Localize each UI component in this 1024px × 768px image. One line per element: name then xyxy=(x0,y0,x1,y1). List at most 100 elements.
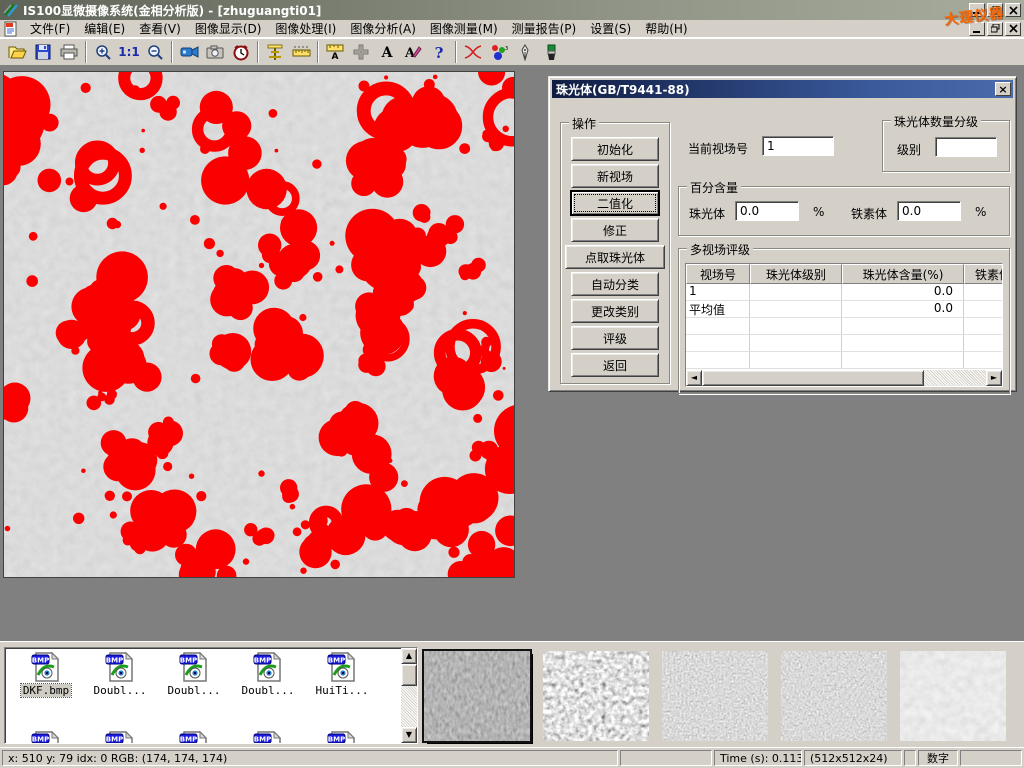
file-name: Doubl... xyxy=(166,684,223,697)
camera-capture-icon[interactable] xyxy=(202,40,228,64)
label-measure-icon[interactable]: A xyxy=(322,40,348,64)
dialog-close-button[interactable]: × xyxy=(995,82,1011,96)
file-item[interactable]: Doubl... xyxy=(231,651,305,697)
document-icon xyxy=(3,21,19,37)
text-tool-icon[interactable]: A xyxy=(374,40,400,64)
zoom-out-icon[interactable] xyxy=(142,40,168,64)
menu-item[interactable]: 图像分析(A) xyxy=(343,19,423,38)
save-icon[interactable] xyxy=(30,40,56,64)
table-cell xyxy=(750,284,842,300)
video-capture-icon[interactable] xyxy=(176,40,202,64)
file-item[interactable]: DKF.bmp xyxy=(9,651,83,697)
menu-item[interactable]: 图像显示(D) xyxy=(188,19,269,38)
current-field-input[interactable] xyxy=(762,136,834,156)
table-row[interactable]: 平均值 0.0 xyxy=(686,301,1002,318)
operation-button[interactable]: 点取珠光体 xyxy=(565,245,665,269)
file-list[interactable]: DKF.bmp Doubl... Doubl... Doubl... xyxy=(4,647,418,744)
file-item[interactable] xyxy=(83,730,157,744)
table-row[interactable]: 1 0.0 xyxy=(686,284,1002,301)
menu-item[interactable]: 图像处理(I) xyxy=(268,19,343,38)
close-button[interactable] xyxy=(1005,3,1021,17)
file-name: HuiTi... xyxy=(314,684,371,697)
table-horizontal-scrollbar[interactable]: ◄ ► xyxy=(686,370,1002,386)
scroll-right-button[interactable]: ► xyxy=(986,370,1002,386)
zoom-in-icon[interactable] xyxy=(90,40,116,64)
table-cell: 1 xyxy=(686,284,750,300)
operation-button[interactable]: 返回 xyxy=(571,353,659,377)
scroll-up-button[interactable]: ▲ xyxy=(401,648,417,664)
annotate-tool-icon[interactable]: A xyxy=(400,40,426,64)
dialog-title: 珠光体(GB/T9441-88) xyxy=(556,81,690,98)
menu-item[interactable]: 测量报告(P) xyxy=(505,19,584,38)
file-name: Doubl... xyxy=(92,684,149,697)
operation-button[interactable]: 新视场 xyxy=(571,164,659,188)
scroll-left-button[interactable]: ◄ xyxy=(686,370,702,386)
scroll-track[interactable] xyxy=(401,686,417,727)
menu-item[interactable]: 设置(S) xyxy=(583,19,638,38)
scroll-track[interactable] xyxy=(924,370,986,386)
dialog-titlebar[interactable]: 珠光体(GB/T9441-88) × xyxy=(552,80,1013,98)
multifield-group: 多视场评级 视场号珠光体级别珠光体含量(%)铁素体 1 0.0 xyxy=(678,248,1010,394)
operation-group: 操作 初始化新视场二值化修正点取珠光体自动分类更改类别评级返回 xyxy=(560,122,670,384)
thumbnail-5[interactable] xyxy=(900,651,1006,741)
menu-item[interactable]: 编辑(E) xyxy=(77,19,132,38)
ruler-measure-icon[interactable] xyxy=(288,40,314,64)
file-item[interactable]: HuiTi... xyxy=(305,651,379,697)
menu-item[interactable]: 查看(V) xyxy=(132,19,188,38)
thumbnail-3[interactable] xyxy=(662,651,768,741)
menu-item[interactable]: 图像测量(M) xyxy=(423,19,505,38)
child-close-button[interactable] xyxy=(1005,22,1021,36)
table-cell xyxy=(964,301,1003,317)
ferrite-percent-input[interactable] xyxy=(897,201,961,221)
operation-button[interactable]: 自动分类 xyxy=(571,272,659,296)
operation-button[interactable]: 初始化 xyxy=(571,137,659,161)
bmp-file-icon xyxy=(30,651,62,683)
file-item[interactable] xyxy=(231,730,305,744)
operation-button[interactable]: 修正 xyxy=(571,218,659,242)
pen-tool-icon[interactable] xyxy=(512,40,538,64)
actual-size-icon[interactable]: 1:1 xyxy=(116,40,142,64)
thumbnail-2[interactable] xyxy=(543,651,649,741)
brush-tool-icon[interactable] xyxy=(538,40,564,64)
scroll-thumb[interactable] xyxy=(401,664,417,686)
menu-item[interactable]: 帮助(H) xyxy=(638,19,694,38)
image-size-panel: (512x512x24) xyxy=(804,750,902,766)
rating-table[interactable]: 视场号珠光体级别珠光体含量(%)铁素体 1 0.0 xyxy=(685,263,1003,387)
bmp-file-icon xyxy=(326,651,358,683)
thumbnail-4[interactable] xyxy=(781,651,887,741)
scroll-down-button[interactable]: ▼ xyxy=(401,727,417,743)
pearlite-label: 珠光体 xyxy=(689,205,725,222)
table-header-row: 视场号珠光体级别珠光体含量(%)铁素体 xyxy=(686,264,1002,284)
status-bar: x: 510 y: 79 idx: 0 RGB: (174, 174, 174)… xyxy=(0,747,1024,768)
toolbar-separator xyxy=(455,41,457,63)
toolbar-separator xyxy=(317,41,319,63)
grading-group: 珠光体数量分级 级别 xyxy=(882,120,1010,172)
help-icon[interactable]: ? xyxy=(426,40,452,64)
pearlite-percent-input[interactable] xyxy=(735,201,799,221)
operation-button[interactable]: 二值化 xyxy=(571,191,659,215)
print-icon[interactable] xyxy=(56,40,82,64)
svg-text:3: 3 xyxy=(505,46,508,52)
caliper-measure-icon[interactable] xyxy=(262,40,288,64)
timer-icon[interactable] xyxy=(228,40,254,64)
table-row-empty xyxy=(686,352,1002,369)
menu-item[interactable]: 文件(F) xyxy=(23,19,77,38)
file-item[interactable] xyxy=(305,730,379,744)
file-item[interactable] xyxy=(9,730,83,744)
file-item[interactable]: Doubl... xyxy=(157,651,231,697)
thumbnail-strip xyxy=(424,651,1006,741)
operation-button[interactable]: 评级 xyxy=(571,326,659,350)
file-item[interactable] xyxy=(157,730,231,744)
thumbnail-1[interactable] xyxy=(424,651,530,741)
grid-tool-icon[interactable] xyxy=(348,40,374,64)
scroll-thumb[interactable] xyxy=(702,370,924,386)
table-cell: 0.0 xyxy=(842,301,964,317)
operation-button[interactable]: 更改类别 xyxy=(571,299,659,323)
file-list-scrollbar[interactable]: ▲ ▼ xyxy=(401,648,417,743)
open-file-icon[interactable] xyxy=(4,40,30,64)
curve-erase-icon[interactable] xyxy=(460,40,486,64)
micrograph-image[interactable] xyxy=(3,71,515,578)
file-item[interactable]: Doubl... xyxy=(83,651,157,697)
phase-classify-icon[interactable]: 3 xyxy=(486,40,512,64)
grade-input[interactable] xyxy=(935,137,997,157)
